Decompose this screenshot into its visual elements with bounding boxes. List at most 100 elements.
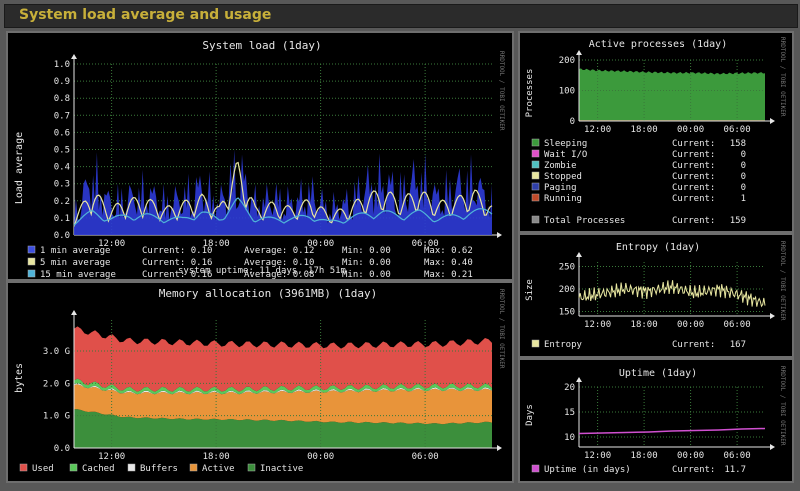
processes-plot [579,68,765,122]
legend-label: 5 min average [40,258,110,268]
y-tick-label: 1.0 [54,60,70,70]
legend-min: Min: 0.00 [342,246,391,256]
legend-current: Current: [672,465,715,475]
x-tick-label: 00:00 [677,451,704,461]
legend-max: Max: 0.62 [424,246,473,256]
legend-current: Current: [672,183,715,193]
y-tick-label: 0.3 [54,180,70,190]
legend-value: 0 [741,172,746,182]
y-tick-label: 250 [559,263,575,273]
entropy-chart: Entropy (1day) RRDTOOL / TOBI OETIKER Si… [520,235,792,356]
legend-min: Min: 0.00 [342,258,391,268]
rrdtool-credit: RRDTOOL / TOBI OETIKER [779,37,786,117]
processes-sleeping-area [579,68,765,121]
y-tick-label: 0.2 [54,197,70,207]
x-tick-label: 12:00 [584,125,611,135]
y-tick-label: 0.0 [54,444,70,454]
legend-label: Wait I/O [544,150,587,160]
processes-ylabel: Processes [525,69,535,118]
legend-swatch [531,171,540,180]
uptime-panel[interactable]: Uptime (1day) RRDTOOL / TOBI OETIKER Day… [518,358,794,483]
legend-label: Paging [544,183,577,193]
legend-swatch [531,464,540,473]
legend-current: Current: 0.10 [142,246,212,256]
legend-current: Current: [672,150,715,160]
legend-value: 11.7 [724,465,746,475]
system-load-panel[interactable]: System load (1day) RRDTOOL / TOBI OETIKE… [6,31,514,281]
rrdtool-credit: RRDTOOL / TOBI OETIKER [498,289,505,369]
system-load-title: System load (1day) [202,39,321,52]
uptime-ylabel: Days [525,404,535,426]
legend-value: 167 [730,340,746,350]
y-tick-label: 0.6 [54,128,70,138]
legend-max: Max: 0.21 [424,270,473,279]
legend-label: Active [202,464,235,474]
legend-swatch [247,463,256,472]
legend-value: 158 [730,139,746,149]
legend-swatch [531,138,540,147]
legend-current: Current: [672,216,715,226]
y-tick-label: 0.5 [54,146,70,156]
x-tick-label: 00:00 [677,125,704,135]
rrdtool-credit: RRDTOOL / TOBI OETIKER [498,51,505,131]
legend-label: Used [32,464,54,474]
dashboard: System load average and usage System loa… [0,0,800,491]
legend-max: Max: 0.40 [424,258,473,268]
x-tick-label: 06:00 [412,452,439,462]
x-tick-label: 12:00 [584,320,611,330]
legend-value: 0 [741,161,746,171]
x-tick-label: 00:00 [677,320,704,330]
y-tick-label: 0.9 [54,77,70,87]
y-tick-label: 2.0 G [43,379,70,389]
y-tick-label: 10 [564,433,575,443]
y-tick-label: 200 [559,56,575,66]
rrdtool-credit: RRDTOOL / TOBI OETIKER [779,366,786,446]
legend-value: 0 [741,183,746,193]
processes-title: Active processes (1day) [589,39,727,50]
entropy-title: Entropy (1day) [616,242,700,253]
y-tick-label: 3.0 G [43,347,70,357]
system-load-chart: System load (1day) RRDTOOL / TOBI OETIKE… [8,33,512,279]
memory-title: Memory allocation (3961MB) (1day) [159,287,378,300]
y-tick-label: 0.4 [54,163,70,173]
x-tick-label: 18:00 [203,452,230,462]
legend-swatch [531,215,540,224]
y-tick-label: 150 [559,308,575,318]
legend-swatch [27,257,36,266]
page-header: System load average and usage [4,4,798,28]
legend-swatch [69,463,78,472]
x-tick-label: 18:00 [631,125,658,135]
legend-swatch [531,182,540,191]
legend-current: Current: [672,340,715,350]
legend-current: Current: [672,194,715,204]
legend-label: Sleeping [544,139,587,149]
x-tick-label: 12:00 [98,452,125,462]
x-tick-label: 06:00 [724,320,751,330]
legend-value: 1 [741,194,746,204]
memory-panel[interactable]: Memory allocation (3961MB) (1day) RRDTOO… [6,281,514,483]
y-tick-label: 1.0 G [43,412,70,422]
entropy-yticks: 250 200 150 [559,263,575,318]
page-title: System load average and usage [19,7,272,23]
y-tick-label: 0 [570,117,575,127]
legend-average: Average: 0.12 [244,246,314,256]
legend-value: 159 [730,216,746,226]
y-tick-label: 15 [564,408,575,418]
processes-chart: Active processes (1day) RRDTOOL / TOBI O… [520,33,792,231]
legend-swatch [531,160,540,169]
y-tick-label: 100 [559,87,575,97]
entropy-ylabel: Size [525,279,535,301]
legend-label: Stopped [544,172,582,182]
legend-label: Zombie [544,161,577,171]
rrdtool-credit: RRDTOOL / TOBI OETIKER [779,241,786,321]
legend-swatch [27,245,36,254]
legend-label: Entropy [544,340,583,350]
processes-panel[interactable]: Active processes (1day) RRDTOOL / TOBI O… [518,31,794,233]
y-tick-label: 0.8 [54,94,70,104]
system-load-ylabel: Load average [14,132,25,204]
legend-current: Current: [672,161,715,171]
entropy-panel[interactable]: Entropy (1day) RRDTOOL / TOBI OETIKER Si… [518,233,794,358]
legend-swatch [19,463,28,472]
memory-ylabel: bytes [14,363,25,393]
x-tick-label: 18:00 [631,320,658,330]
